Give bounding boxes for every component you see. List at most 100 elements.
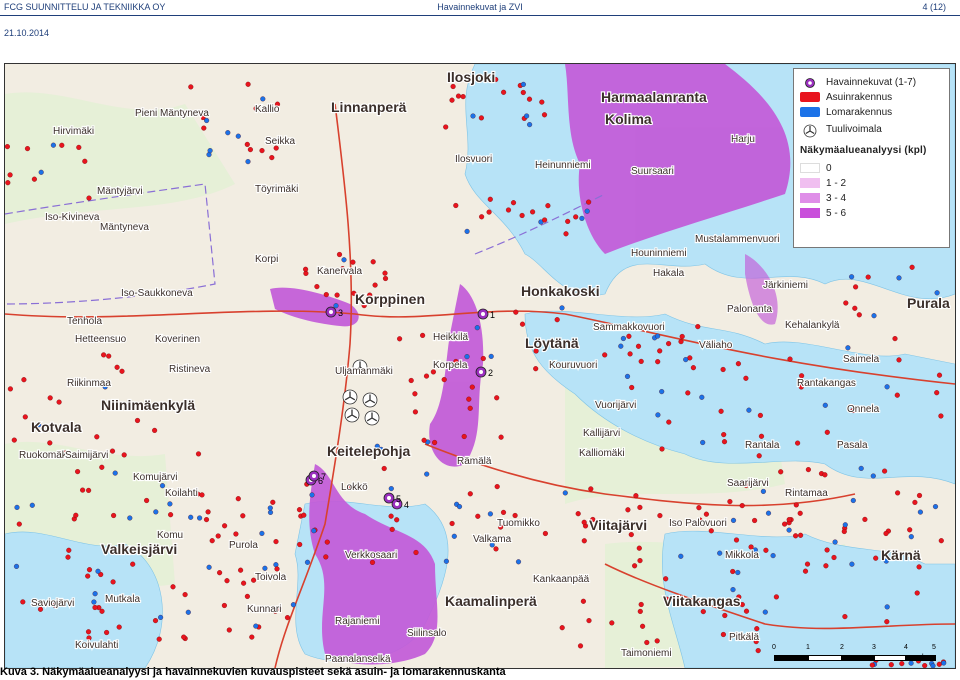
- holiday-building: [273, 562, 279, 568]
- place-label: Rantakangas: [797, 378, 856, 389]
- residential-building: [80, 487, 86, 493]
- residential-building: [754, 626, 760, 632]
- residential-building: [843, 300, 849, 306]
- residential-building: [577, 643, 584, 649]
- residential-building: [182, 592, 188, 598]
- place-label: Kolima: [605, 111, 652, 127]
- residential-building: [389, 526, 395, 532]
- residential-building: [793, 502, 799, 508]
- place-label: Mustalammenvuori: [695, 234, 779, 245]
- holiday-building: [559, 305, 565, 311]
- place-label: Pieni Mäntyneva: [135, 108, 209, 119]
- holiday-building: [870, 473, 876, 479]
- viewpoint-label-3: 3: [338, 308, 343, 318]
- residential-building: [394, 517, 400, 523]
- holiday-building: [290, 602, 296, 608]
- legend-item-turbine: Tuulivoimala: [800, 122, 882, 138]
- place-label: Mutkala: [105, 594, 140, 605]
- residential-building: [856, 312, 862, 318]
- place-label: Saviojärvi: [31, 598, 74, 609]
- holiday-building: [14, 504, 20, 510]
- holiday-building: [153, 509, 159, 515]
- residential-building: [188, 84, 194, 90]
- holiday-building: [858, 465, 864, 471]
- place-label: Korpela: [433, 360, 468, 371]
- residential-building: [640, 623, 646, 629]
- residential-building: [882, 468, 888, 474]
- residential-building: [460, 94, 466, 100]
- viewpoint-marker-icon: [800, 77, 820, 88]
- residential-building: [703, 511, 709, 517]
- residential-building: [763, 547, 769, 553]
- residential-building: [739, 503, 745, 509]
- residential-building: [895, 490, 901, 496]
- holiday-building: [424, 471, 430, 477]
- legend-zvi-label-3: 5 - 6: [826, 207, 847, 219]
- residential-building: [657, 348, 663, 354]
- place-label: Kehalankylä: [785, 320, 840, 331]
- residential-building: [541, 112, 548, 118]
- place-label: Pitkälä: [729, 632, 759, 643]
- residential-building: [563, 231, 569, 237]
- residential-building: [421, 437, 427, 443]
- residential-building: [144, 497, 150, 504]
- place-label: Onnela: [847, 404, 880, 415]
- residential-building: [104, 629, 110, 636]
- holiday-building: [845, 345, 851, 351]
- place-label: Korpi: [255, 254, 278, 265]
- residential-building: [733, 537, 740, 543]
- place-label: Riikinmaa: [67, 378, 111, 389]
- residential-building: [678, 339, 684, 345]
- header-divider: [0, 15, 960, 16]
- holiday-building: [267, 509, 274, 515]
- residential-building: [519, 321, 526, 327]
- residential-building: [824, 429, 830, 435]
- residential-building: [907, 527, 913, 533]
- holiday-building: [260, 96, 266, 102]
- place-label: Saimijärvi: [65, 450, 108, 461]
- holiday-building: [245, 159, 251, 165]
- scale-tick-3: 3: [872, 644, 876, 651]
- legend-zvi-class-3: 5 - 6: [800, 206, 846, 220]
- scale-segment-3: [842, 655, 874, 661]
- zvi-swatch-2: [800, 193, 820, 203]
- place-label: Löytänä: [525, 335, 579, 351]
- zvi-swatch-1: [800, 178, 820, 188]
- residential-building: [201, 125, 207, 131]
- residential-building: [637, 608, 643, 614]
- residential-building: [822, 472, 828, 478]
- residential-building: [730, 568, 736, 575]
- holiday-building: [930, 663, 936, 668]
- place-label: Harmaalanranta: [601, 89, 707, 105]
- residential-building: [487, 196, 493, 202]
- residential-building: [916, 492, 923, 499]
- residential-building: [638, 358, 644, 364]
- holiday-building: [884, 604, 890, 610]
- residential-building: [841, 528, 847, 535]
- page-number: 4 (12): [922, 2, 946, 12]
- place-label: Kaamalinperä: [445, 593, 537, 609]
- residential-building: [156, 636, 162, 642]
- residential-building: [85, 629, 92, 635]
- scale-unit: km: [922, 654, 932, 661]
- residential-building: [372, 282, 378, 288]
- residential-building: [284, 615, 291, 621]
- place-label: Hetteensuo: [75, 334, 127, 345]
- place-label: Suursaari: [631, 166, 674, 177]
- holiday-building: [849, 561, 855, 567]
- legend-label-residential: Asuinrakennus: [826, 91, 893, 103]
- residential-building: [852, 305, 858, 311]
- residential-building: [655, 359, 661, 365]
- place-label: Siilinsalo: [407, 628, 447, 639]
- place-label: Purala: [907, 295, 950, 311]
- residential-building: [336, 251, 343, 258]
- holiday-building: [908, 534, 914, 540]
- place-label: Valkeisjärvi: [101, 541, 177, 557]
- holiday-building: [464, 354, 470, 360]
- residential-building: [478, 115, 484, 121]
- residential-building: [109, 448, 116, 454]
- wind-turbine-icon: [362, 392, 378, 408]
- document-title: Havainnekuvat ja ZVI: [437, 2, 523, 12]
- scale-tick-1: 1: [806, 644, 810, 651]
- residential-building: [86, 567, 93, 573]
